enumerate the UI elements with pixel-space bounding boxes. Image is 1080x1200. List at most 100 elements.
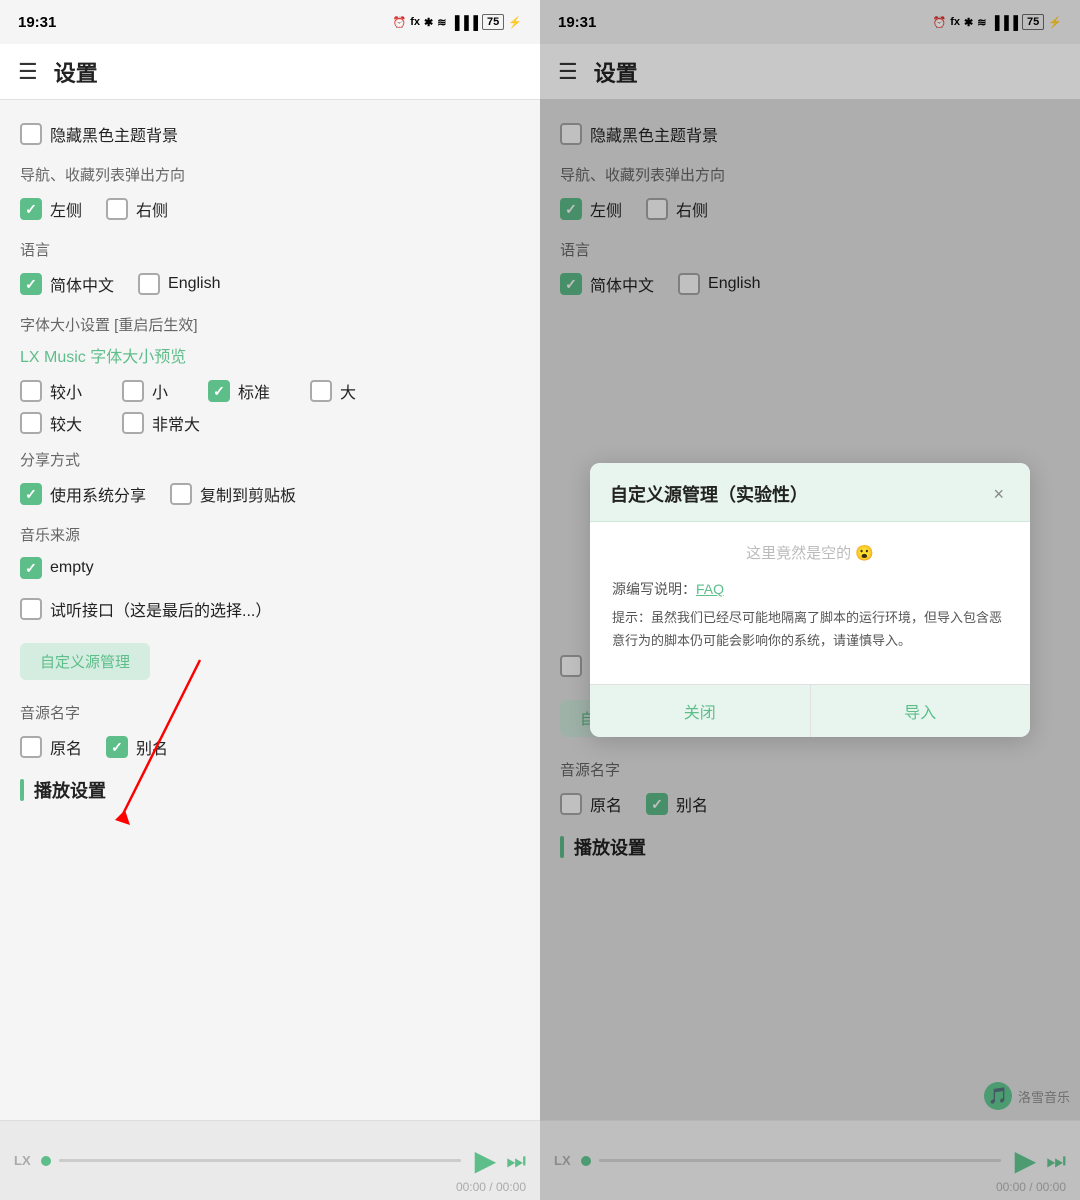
font-large-checkbox[interactable]: 大 xyxy=(310,379,356,403)
font-xlarge-cb-box[interactable] xyxy=(20,412,42,434)
lang-english-checkbox[interactable]: English xyxy=(138,273,220,295)
share-clipboard-checkbox[interactable]: 复制到剪贴板 xyxy=(170,482,296,506)
font-normal-label: 标准 xyxy=(238,379,270,403)
source-empty-cb-box[interactable] xyxy=(20,557,42,579)
lang-chinese-checkbox[interactable]: 简体中文 xyxy=(20,272,114,296)
dialog-empty-message: 这里竟然是空的 😮 xyxy=(612,542,1008,563)
nav-right-cb-box[interactable] xyxy=(106,198,128,220)
share-system-checkbox[interactable]: 使用系统分享 xyxy=(20,482,146,506)
dialog-warning-text: 提示：虽然我们已经尽可能地隔离了脚本的运行环境，但导入包含恶意行为的脚本仍可能会… xyxy=(612,607,1008,651)
font-normal-checkbox[interactable]: 标准 xyxy=(208,379,270,403)
font-xxlarge-label: 非常大 xyxy=(152,411,200,435)
hide-dark-theme-checkbox[interactable]: 隐藏黑色主题背景 xyxy=(20,122,178,146)
source-name-alias-checkbox[interactable]: 别名 xyxy=(106,735,168,759)
font-xxlarge-checkbox[interactable]: 非常大 xyxy=(122,411,200,435)
signal-icon: ▐▐▐ xyxy=(450,15,478,30)
left-player-progress[interactable] xyxy=(59,1159,461,1162)
left-font-options-row2: 较大 非常大 xyxy=(20,411,520,435)
share-clipboard-cb-box[interactable] xyxy=(170,483,192,505)
dialog-source-label: 源编写说明：FAQ xyxy=(612,579,1008,599)
battery-label: 75 xyxy=(482,14,504,30)
nav-right-checkbox[interactable]: 右侧 xyxy=(106,197,168,221)
share-clipboard-label: 复制到剪贴板 xyxy=(200,482,296,506)
dialog-title: 自定义源管理（实验性） xyxy=(610,481,808,507)
right-phone-panel: 19:31 ⏰ fx ✱ ≋ ▐▐▐ 75 ⚡ ☰ 设置 隐藏黑色主题背景 导航… xyxy=(540,0,1080,1200)
left-playback-divider: 播放设置 xyxy=(20,777,520,803)
wifi-icon: ≋ xyxy=(437,16,446,29)
left-custom-source-btn[interactable]: 自定义源管理 xyxy=(20,643,150,680)
left-playback-label: 播放设置 xyxy=(34,777,106,803)
nav-left-checkbox[interactable]: 左侧 xyxy=(20,197,82,221)
dialog-body: 这里竟然是空的 😮 源编写说明：FAQ 提示：虽然我们已经尽可能地隔离了脚本的运… xyxy=(590,522,1030,683)
custom-source-dialog: 自定义源管理（实验性） × 这里竟然是空的 😮 源编写说明：FAQ 提示：虽然我… xyxy=(590,463,1030,736)
left-player-skip-btn[interactable]: ⏭ xyxy=(506,1148,526,1174)
font-xlarge-label: 较大 xyxy=(50,411,82,435)
left-font-preview-label: LX Music 字体大小预览 xyxy=(20,343,520,367)
font-xsmall-label: 小 xyxy=(152,379,168,403)
dialog-close-button[interactable]: 关闭 xyxy=(590,685,810,737)
font-normal-cb-box[interactable] xyxy=(208,380,230,402)
source-trial-checkbox[interactable]: 试听接口（这是最后的选择...） xyxy=(20,597,271,621)
nav-right-label: 右侧 xyxy=(136,197,168,221)
lang-english-cb-box[interactable] xyxy=(138,273,160,295)
left-nav-row: 左侧 右侧 xyxy=(20,193,520,225)
source-empty-label: empty xyxy=(50,559,94,577)
left-source-name-section-label: 音源名字 xyxy=(20,702,520,723)
nav-left-cb-box[interactable] xyxy=(20,198,42,220)
source-trial-row: 试听接口（这是最后的选择...） xyxy=(20,593,520,625)
lang-english-label: English xyxy=(168,275,220,293)
source-name-alias-label: 别名 xyxy=(136,735,168,759)
font-xsmall-cb-box[interactable] xyxy=(122,380,144,402)
source-trial-cb-box[interactable] xyxy=(20,598,42,620)
left-language-row: 简体中文 English xyxy=(20,268,520,300)
left-share-row: 使用系统分享 复制到剪贴板 xyxy=(20,478,520,510)
left-share-section-label: 分享方式 xyxy=(20,449,520,470)
left-player-bar: LX ▶ ⏭ 00:00 / 00:00 xyxy=(0,1120,540,1200)
source-name-original-label: 原名 xyxy=(50,735,82,759)
left-status-bar: 19:31 ⏰ fx ✱ ≋ ▐▐▐ 75 ⚡ xyxy=(0,0,540,44)
left-playback-divider-bar xyxy=(20,779,24,801)
bluetooth-icon: ✱ xyxy=(424,16,433,29)
left-status-icons: ⏰ fx ✱ ≋ ▐▐▐ 75 ⚡ xyxy=(392,14,522,30)
dialog-source-label-text: 源编写说明： xyxy=(612,581,696,597)
left-language-section-label: 语言 xyxy=(20,239,520,260)
lang-chinese-cb-box[interactable] xyxy=(20,273,42,295)
hide-dark-theme-row: 隐藏黑色主题背景 xyxy=(20,118,520,150)
left-player-play-btn[interactable]: ▶ xyxy=(475,1144,497,1177)
font-xlarge-checkbox[interactable]: 较大 xyxy=(20,411,82,435)
left-content: 隐藏黑色主题背景 导航、收藏列表弹出方向 左侧 右侧 语言 简体中文 E xyxy=(0,100,540,1200)
dialog-overlay: 自定义源管理（实验性） × 这里竟然是空的 😮 源编写说明：FAQ 提示：虽然我… xyxy=(540,0,1080,1200)
source-empty-checkbox[interactable]: empty xyxy=(20,557,94,579)
left-source-name-row: 原名 别名 xyxy=(20,731,520,763)
source-name-original-checkbox[interactable]: 原名 xyxy=(20,735,82,759)
share-system-cb-box[interactable] xyxy=(20,483,42,505)
font-large-cb-box[interactable] xyxy=(310,380,332,402)
dialog-faq-link[interactable]: FAQ xyxy=(696,581,724,597)
dialog-footer: 关闭 导入 xyxy=(590,684,1030,737)
left-status-time: 19:31 xyxy=(18,14,56,31)
left-player-time: 00:00 / 00:00 xyxy=(456,1180,526,1194)
font-xsmall-checkbox[interactable]: 小 xyxy=(122,379,168,403)
lang-chinese-label: 简体中文 xyxy=(50,272,114,296)
font-large-label: 大 xyxy=(340,379,356,403)
source-trial-label: 试听接口（这是最后的选择...） xyxy=(50,597,271,621)
left-font-options-row1: 较小 小 标准 大 xyxy=(20,379,520,403)
font-xxlarge-cb-box[interactable] xyxy=(122,412,144,434)
source-empty-row: empty xyxy=(20,553,520,583)
source-name-alias-cb-box[interactable] xyxy=(106,736,128,758)
hide-dark-theme-cb-box[interactable] xyxy=(20,123,42,145)
left-nav-section-label: 导航、收藏列表弹出方向 xyxy=(20,164,520,185)
alarm-icon: ⏰ xyxy=(392,16,406,29)
font-small-cb-box[interactable] xyxy=(20,380,42,402)
left-music-source-section-label: 音乐来源 xyxy=(20,524,520,545)
left-page-title: 设置 xyxy=(54,56,98,88)
charge-icon: ⚡ xyxy=(508,16,522,29)
font-small-checkbox[interactable]: 较小 xyxy=(20,379,82,403)
left-phone-panel: 19:31 ⏰ fx ✱ ≋ ▐▐▐ 75 ⚡ ☰ 设置 隐藏黑色主题背景 导航… xyxy=(0,0,540,1200)
left-menu-icon[interactable]: ☰ xyxy=(18,59,38,85)
dialog-close-btn[interactable]: × xyxy=(987,482,1010,507)
source-name-original-cb-box[interactable] xyxy=(20,736,42,758)
left-top-bar: ☰ 设置 xyxy=(0,44,540,100)
left-font-section-label: 字体大小设置 [重启后生效] xyxy=(20,314,520,335)
dialog-import-button[interactable]: 导入 xyxy=(810,685,1031,737)
